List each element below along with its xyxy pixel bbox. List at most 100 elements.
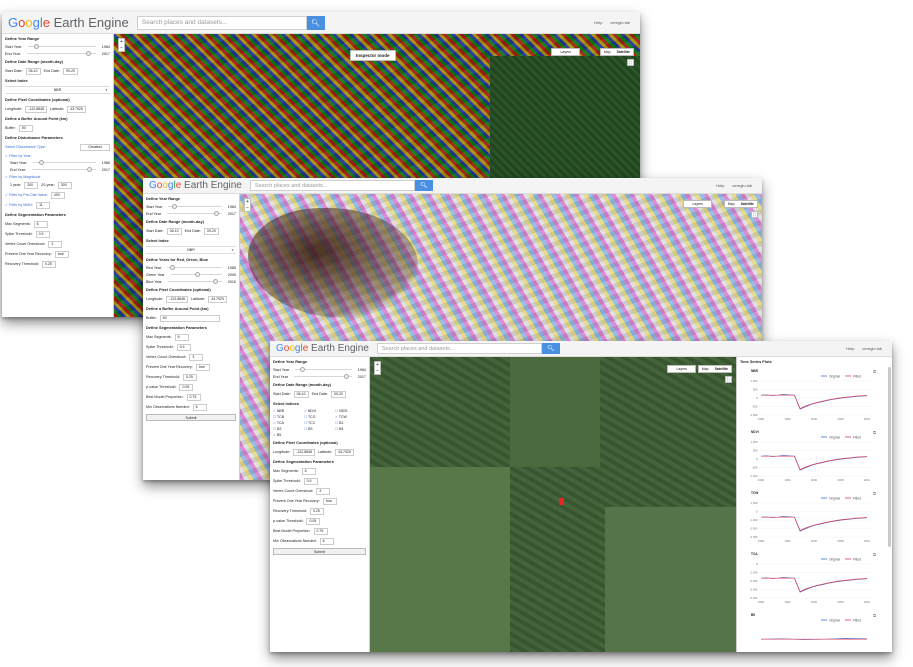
- start-date-input[interactable]: 06-10: [293, 390, 309, 398]
- index-checkbox-tcb[interactable]: ☐ TCB: [273, 415, 304, 419]
- layers-button[interactable]: Layers: [667, 365, 696, 373]
- longitude-input[interactable]: -122.8848: [25, 105, 47, 113]
- index-select[interactable]: NBR ▼: [5, 86, 110, 94]
- prevent-recovery-input[interactable]: true: [322, 497, 337, 505]
- vertex-overshoot-input[interactable]: 3: [316, 487, 331, 495]
- map-type-satellite[interactable]: Satellite: [738, 201, 757, 207]
- pvalue-threshold-input[interactable]: 0.05: [306, 517, 321, 525]
- map-type-map[interactable]: Map: [725, 201, 738, 207]
- end-date-input[interactable]: 09-20: [204, 227, 219, 235]
- recovery-threshold-input[interactable]: 0.25: [182, 373, 197, 381]
- fullscreen-icon[interactable]: ⛶: [725, 376, 732, 383]
- end-year-slider[interactable]: [293, 374, 352, 379]
- filter-magnitude-checkbox[interactable]: ✓ Filter by Magnitude: [2, 173, 113, 180]
- zoom-control[interactable]: + −: [244, 198, 251, 212]
- spike-threshold-input[interactable]: 0.9: [176, 343, 191, 351]
- end-year-slider[interactable]: [166, 211, 222, 216]
- index-checkbox-b5[interactable]: ✓ B5: [273, 433, 304, 437]
- submit-button[interactable]: Submit: [146, 414, 236, 421]
- start-date-input[interactable]: 06-10: [25, 67, 41, 75]
- start-year-slider[interactable]: [295, 367, 352, 372]
- index-checkbox-b4[interactable]: ☐ B4: [335, 427, 366, 431]
- index-checkbox-tcw[interactable]: ✓ TCW: [335, 415, 366, 419]
- map-canvas[interactable]: + − Layers Map Satellite ⛶: [370, 357, 736, 652]
- max-segments-input[interactable]: 6: [301, 467, 316, 475]
- fullscreen-icon[interactable]: ⛶: [627, 59, 634, 66]
- index-checkbox-b1[interactable]: ☐ B1: [335, 421, 366, 425]
- search-button[interactable]: 🔍︎: [541, 343, 560, 354]
- predist-input[interactable]: 400: [50, 191, 65, 199]
- prevent-recovery-input[interactable]: true: [54, 250, 69, 258]
- expand-chart-icon[interactable]: ⧉: [873, 430, 876, 435]
- help-menu[interactable]: Help: [846, 346, 854, 351]
- max-segments-input[interactable]: 6: [33, 220, 48, 228]
- green-year-slider[interactable]: [170, 272, 222, 277]
- index-checkbox-ndsi[interactable]: ☐ NDSI: [335, 409, 366, 413]
- start-year-slider[interactable]: [28, 44, 96, 49]
- red-year-slider[interactable]: [167, 265, 222, 270]
- disturbance-type-select[interactable]: Greatest: [80, 143, 110, 151]
- map-type-satellite[interactable]: Satellite: [614, 49, 633, 55]
- pvalue-threshold-input[interactable]: 0.05: [179, 383, 194, 391]
- index-checkbox-tcg[interactable]: ☐ TCG: [304, 415, 335, 419]
- expand-chart-icon[interactable]: ⧉: [873, 613, 876, 618]
- zoom-out-icon[interactable]: −: [119, 45, 124, 51]
- blue-year-slider[interactable]: [167, 279, 222, 284]
- filter-mmu-checkbox[interactable]: ✓ Filter by MMU:: [5, 203, 33, 207]
- user-menu[interactable]: ceregio lab: [862, 346, 882, 351]
- search-input[interactable]: Search places and datasets...: [376, 343, 542, 354]
- buffer-input[interactable]: 50: [159, 314, 220, 322]
- search-input[interactable]: Search places and datasets...: [249, 180, 415, 191]
- mag-1yr-input[interactable]: 200: [24, 181, 39, 189]
- inspector-mode-badge[interactable]: Inspector mode: [350, 50, 396, 61]
- end-year-slider[interactable]: [27, 51, 96, 56]
- end-date-input[interactable]: 09-20: [331, 390, 346, 398]
- earth-engine-logo[interactable]: Google Earth Engine: [8, 15, 129, 30]
- prevent-recovery-input[interactable]: true: [195, 363, 210, 371]
- start-year-slider[interactable]: [168, 204, 222, 209]
- mag-20yr-input[interactable]: 300: [57, 181, 72, 189]
- zoom-control[interactable]: + −: [118, 38, 125, 52]
- end-date-input[interactable]: 09-20: [63, 67, 78, 75]
- expand-chart-icon[interactable]: ⧉: [873, 369, 876, 374]
- latitude-input[interactable]: 43.7929: [67, 105, 86, 113]
- submit-button[interactable]: Submit: [273, 548, 366, 555]
- index-checkbox-ndvi[interactable]: ✓ NDVI: [304, 409, 335, 413]
- help-menu[interactable]: Help: [594, 20, 602, 25]
- layers-button[interactable]: Layers: [683, 200, 712, 208]
- vertex-overshoot-input[interactable]: 3: [48, 240, 63, 248]
- spike-threshold-input[interactable]: 0.9: [35, 230, 50, 238]
- search-input[interactable]: Search places and datasets...: [136, 15, 307, 30]
- map-type-toggle[interactable]: Map Satellite: [723, 200, 758, 208]
- latitude-input[interactable]: 43.7929: [335, 448, 354, 456]
- best-model-input[interactable]: 0.75: [186, 393, 201, 401]
- user-menu[interactable]: ceregio lab: [732, 183, 752, 188]
- fullscreen-icon[interactable]: ⛶: [751, 211, 758, 218]
- map-type-toggle[interactable]: Map Satellite: [697, 365, 732, 373]
- index-checkbox-tcc[interactable]: ☐ TCC: [304, 421, 335, 425]
- min-obs-input[interactable]: 6: [192, 403, 207, 411]
- latitude-input[interactable]: 43.7929: [208, 295, 227, 303]
- spike-threshold-input[interactable]: 0.9: [303, 477, 318, 485]
- max-segments-input[interactable]: 6: [174, 333, 189, 341]
- index-checkbox-tca[interactable]: ✓ TCA: [273, 421, 304, 425]
- buffer-input[interactable]: 50: [18, 124, 33, 132]
- filter-year-checkbox[interactable]: ✓ Filter by Year:: [2, 152, 113, 159]
- map-type-satellite[interactable]: Satellite: [712, 366, 731, 372]
- zoom-out-icon[interactable]: −: [245, 205, 250, 211]
- min-obs-input[interactable]: 6: [319, 537, 334, 545]
- index-checkbox-b3[interactable]: ☐ B3: [304, 427, 335, 431]
- dist-end-slider[interactable]: [32, 167, 96, 172]
- search-button[interactable]: 🔍︎: [414, 180, 433, 191]
- expand-chart-icon[interactable]: ⧉: [873, 552, 876, 557]
- map-type-map[interactable]: Map: [601, 49, 614, 55]
- start-date-input[interactable]: 06-10: [166, 227, 182, 235]
- index-select[interactable]: NBR ▼: [146, 246, 236, 254]
- recovery-threshold-input[interactable]: 0.25: [309, 507, 324, 515]
- zoom-out-icon[interactable]: −: [375, 368, 380, 374]
- layers-button[interactable]: Layers: [551, 48, 580, 56]
- mmu-input[interactable]: 11: [36, 201, 51, 209]
- earth-engine-logo[interactable]: Google Earth Engine: [149, 180, 242, 191]
- search-button[interactable]: 🔍︎: [306, 15, 325, 30]
- user-menu[interactable]: ceregio lab: [610, 20, 630, 25]
